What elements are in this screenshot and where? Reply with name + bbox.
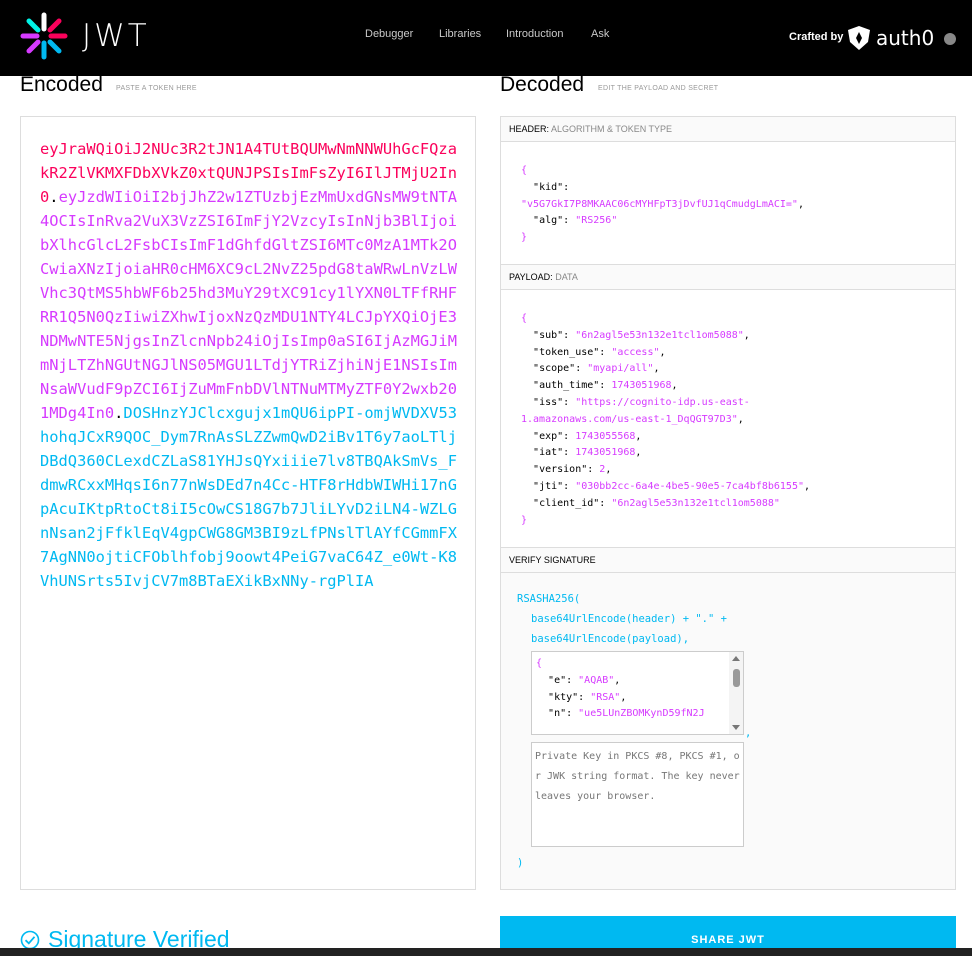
json-line: "exp": 1743055568, bbox=[533, 430, 642, 442]
token-signature-part: DOSHnzYJClcxgujx1mQU6ipPI-omjWVDXV53hohq… bbox=[40, 404, 457, 590]
verify-section-title: VERIFY SIGNATURE bbox=[501, 548, 955, 573]
json-line: "client_id": "6n2agl5e53n132e1tcl1om5088… bbox=[533, 497, 780, 509]
nav-link-libraries[interactable]: Libraries bbox=[439, 28, 481, 40]
encoded-title: Encoded bbox=[20, 73, 103, 96]
token-dot: . bbox=[49, 188, 59, 206]
crafted-by-label: Crafted by bbox=[789, 31, 844, 43]
public-key-input[interactable]: { "e": "AQAB", "kty": "RSA", "n": "ue5LU… bbox=[531, 651, 744, 735]
auth0-logo-text[interactable]: auth0 bbox=[876, 26, 934, 50]
verify-fn: RSASHA256( bbox=[517, 593, 581, 605]
verify-line-payload: base64UrlEncode(payload), bbox=[531, 633, 690, 645]
info-dot-icon[interactable] bbox=[944, 33, 956, 45]
encoded-token-editor[interactable]: eyJraWQiOiJ2NUc3R2tJN1A4TUtBQUMwNmNNWUhG… bbox=[20, 116, 476, 890]
nav-link-ask[interactable]: Ask bbox=[591, 28, 609, 40]
payload-json-editor[interactable]: { "sub": "6n2agl5e53n132e1tcl1om5088", "… bbox=[521, 311, 810, 529]
json-line: "e": "AQAB", bbox=[548, 674, 621, 686]
decoded-subtitle: EDIT THE PAYLOAD AND SECRET bbox=[598, 85, 719, 92]
json-line: { bbox=[521, 313, 528, 324]
json-line: "v5G7GkI7P8MKAAC06cMYHFpT3jDvfUJ1qCmudgL… bbox=[521, 198, 804, 210]
json-line: { bbox=[536, 658, 543, 669]
json-line: { bbox=[521, 165, 528, 176]
top-nav: JWT Debugger Libraries Introduction Ask … bbox=[0, 0, 972, 76]
auth0-shield-icon[interactable] bbox=[848, 26, 870, 50]
decoded-panel: HEADER: ALGORITHM & TOKEN TYPE { "kid": "… bbox=[500, 116, 956, 890]
verify-line-header: base64UrlEncode(header) + "." + bbox=[531, 613, 727, 625]
json-line: "scope": "myapi/all", bbox=[533, 363, 660, 375]
check-circle-icon bbox=[20, 930, 40, 950]
nav-link-introduction[interactable]: Introduction bbox=[506, 28, 563, 40]
json-line: "n": "ue5LUnZBOMKynD59fN2J bbox=[548, 708, 705, 720]
verify-close: ) bbox=[517, 857, 524, 869]
scroll-thumb[interactable] bbox=[733, 669, 740, 687]
token-text[interactable]: eyJraWQiOiJ2NUc3R2tJN1A4TUtBQUMwNmNNWUhG… bbox=[40, 137, 460, 593]
header-json-editor[interactable]: { "kid": "v5G7GkI7P8MKAAC06cMYHFpT3jDvfUJ… bbox=[521, 163, 804, 247]
json-line: "kty": "RSA", bbox=[548, 691, 627, 703]
json-line: 1.amazonaws.com/us-east-1_DqQGT97D3", bbox=[521, 413, 744, 425]
json-line: "auth_time": 1743051968, bbox=[533, 380, 678, 392]
header-section-title: HEADER: ALGORITHM & TOKEN TYPE bbox=[501, 117, 955, 142]
nav-link-debugger[interactable]: Debugger bbox=[365, 28, 413, 40]
bottom-bar bbox=[0, 948, 972, 956]
encoded-subtitle: PASTE A TOKEN HERE bbox=[116, 85, 197, 92]
json-line: } bbox=[521, 232, 528, 244]
json-line: "alg": "RS256" bbox=[533, 215, 618, 227]
json-line: "sub": "6n2agl5e53n132e1tcl1om5088", bbox=[533, 329, 750, 341]
payload-section-label: PAYLOAD: bbox=[509, 272, 553, 282]
verify-section-label: VERIFY SIGNATURE bbox=[509, 555, 596, 565]
scroll-down-icon[interactable] bbox=[732, 725, 740, 730]
private-key-input[interactable]: Private Key in PKCS #8, PKCS #1, or JWK … bbox=[531, 742, 744, 847]
header-section-label: HEADER: bbox=[509, 124, 550, 134]
payload-section-sub: DATA bbox=[555, 272, 578, 282]
public-key-scrollbar[interactable] bbox=[729, 652, 743, 734]
public-key-json[interactable]: { "e": "AQAB", "kty": "RSA", "n": "ue5LU… bbox=[536, 656, 705, 723]
decoded-title: Decoded bbox=[500, 73, 585, 96]
payload-section-title: PAYLOAD: DATA bbox=[501, 265, 955, 290]
json-line: "iss": "https://cognito-idp.us-east- bbox=[533, 396, 750, 408]
json-line: "jti": "030bb2cc-6a4e-4be5-90e5-7ca4bf8b… bbox=[533, 480, 811, 492]
json-line: "kid": bbox=[533, 181, 570, 193]
json-line: "iat": 1743051968, bbox=[533, 447, 642, 459]
json-line: "version": 2, bbox=[533, 464, 612, 476]
token-payload-part: eyJzdWIiOiI2bjJhZ2w1ZTUzbjEzMmUxdGNsMW9t… bbox=[40, 188, 457, 422]
scroll-up-icon[interactable] bbox=[732, 656, 740, 661]
json-line: } bbox=[521, 514, 528, 526]
verify-comma: , bbox=[745, 727, 752, 739]
json-line: "token_use": "access", bbox=[533, 346, 666, 358]
header-section-sub: ALGORITHM & TOKEN TYPE bbox=[551, 124, 673, 134]
